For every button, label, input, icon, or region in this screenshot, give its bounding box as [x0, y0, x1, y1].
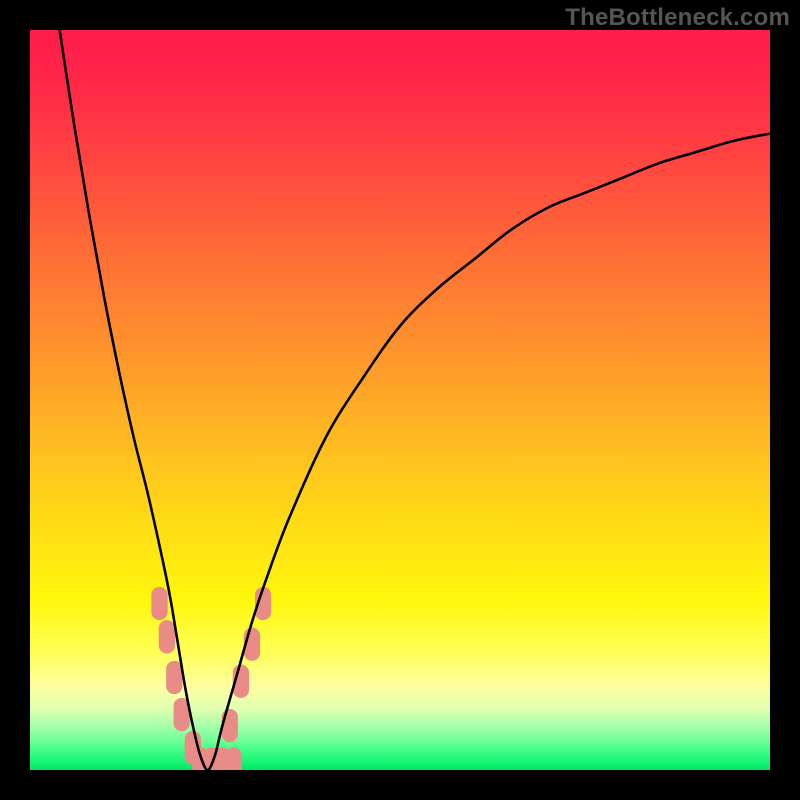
- highlight-marker: [159, 620, 175, 653]
- curve-layer: [30, 30, 770, 770]
- highlight-marker: [225, 747, 241, 770]
- highlight-marker: [166, 661, 182, 694]
- highlight-marker: [222, 709, 238, 742]
- chart-frame: TheBottleneck.com: [0, 0, 800, 800]
- bottleneck-curve: [60, 30, 770, 770]
- highlight-marker: [151, 587, 167, 620]
- watermark-text: TheBottleneck.com: [565, 4, 790, 32]
- plot-area: [30, 30, 770, 770]
